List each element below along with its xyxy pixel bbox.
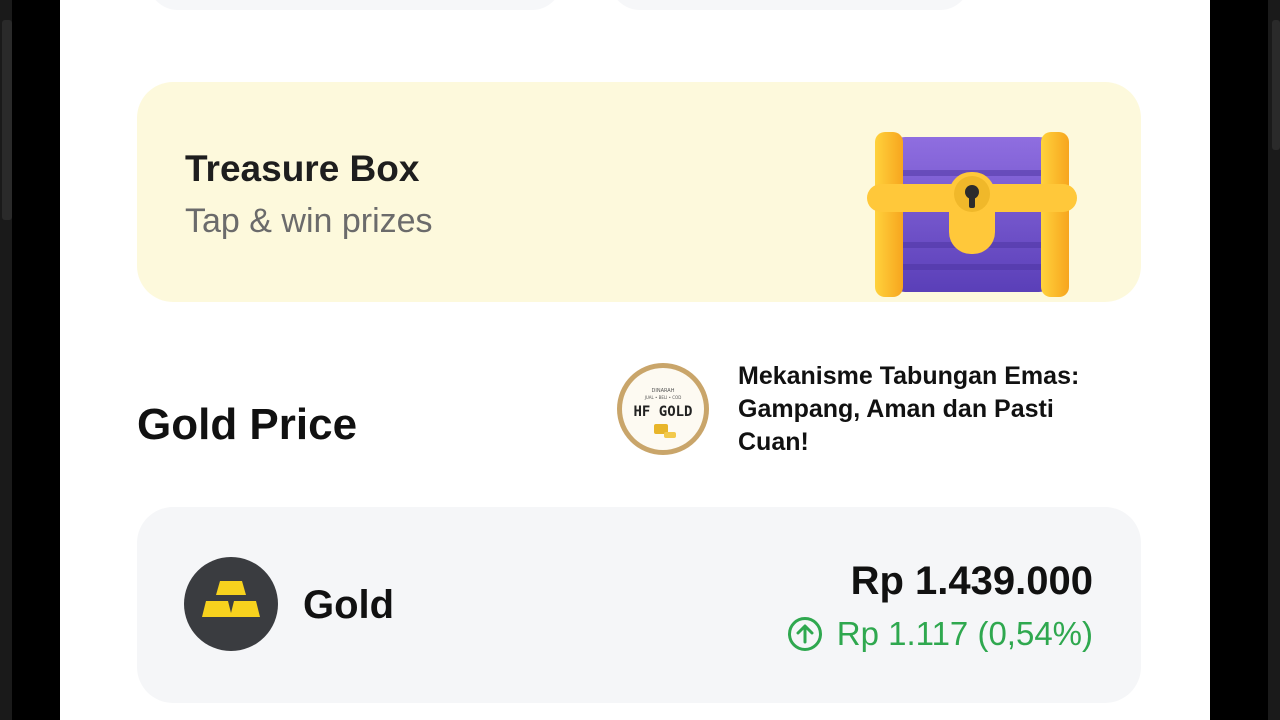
hf-gold-logo: DINARAH JUAL • BELI • COD HF GOLD xyxy=(617,363,709,455)
phone-power-button xyxy=(1272,20,1280,150)
thumb-small-text: DINARAH xyxy=(652,388,675,394)
gold-bars-icon xyxy=(184,557,278,651)
gold-price-heading: Gold Price xyxy=(137,400,358,449)
treasure-box-card[interactable]: Treasure Box Tap & win prizes xyxy=(137,82,1141,302)
treasure-chest-icon xyxy=(867,132,1077,297)
phone-frame-left xyxy=(0,0,60,720)
arrow-up-circle-icon xyxy=(787,617,822,651)
article-title: Mekanisme Tabungan Emas: Gampang, Aman d… xyxy=(738,362,1080,456)
gold-price-change: Rp 1.117 (0,54%) xyxy=(787,615,1093,653)
article-link[interactable]: DINARAH JUAL • BELI • COD HF GOLD Mekani… xyxy=(616,360,1136,460)
phone-bezel-right xyxy=(1210,0,1268,720)
top-card-left[interactable] xyxy=(148,0,562,10)
thumb-tiny-text: JUAL • BELI • COD xyxy=(644,395,682,400)
gold-price-card[interactable]: Gold Rp 1.439.000 Rp 1.117 (0,54%) xyxy=(137,507,1141,703)
gold-name: Gold xyxy=(303,583,395,627)
top-card-right[interactable] xyxy=(610,0,970,10)
phone-frame-right xyxy=(1210,0,1280,720)
gold-change-text: Rp 1.117 (0,54%) xyxy=(836,615,1093,652)
gold-price-value: Rp 1.439.000 xyxy=(850,559,1093,603)
treasure-box-subtitle: Tap & win prizes xyxy=(185,202,433,240)
phone-side-button xyxy=(2,20,12,220)
treasure-box-title: Treasure Box xyxy=(185,148,420,189)
app-screen: Treasure Box Tap & win prizes Gold Price… xyxy=(60,0,1210,720)
phone-bezel-left xyxy=(12,0,60,720)
thumb-logo-text: HF GOLD xyxy=(633,404,692,420)
